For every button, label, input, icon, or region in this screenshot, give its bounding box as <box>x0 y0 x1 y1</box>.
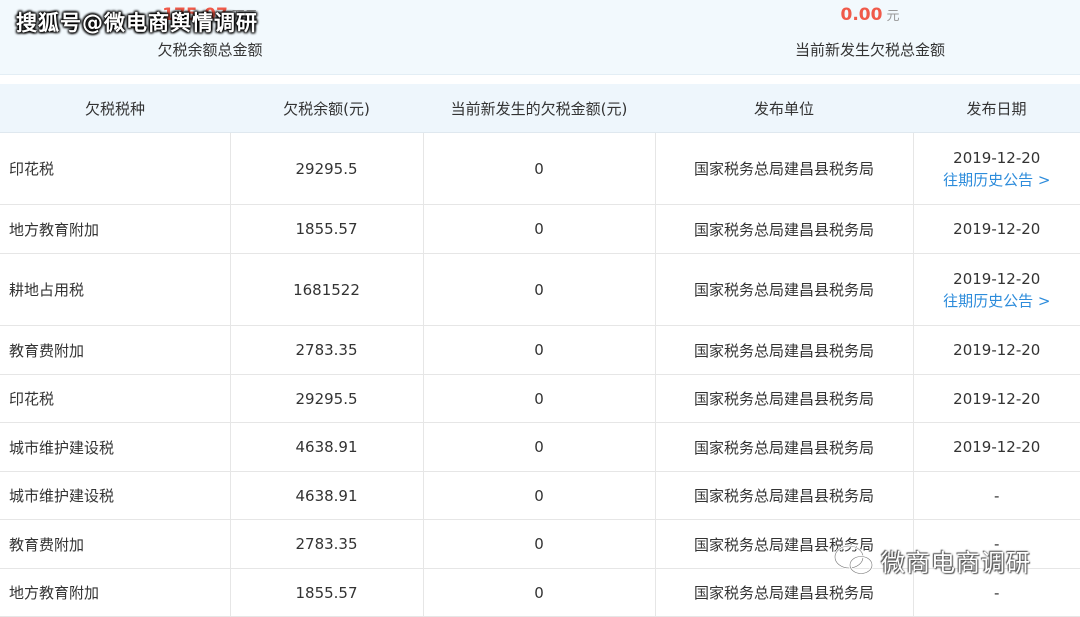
publish-date: - <box>914 582 1080 604</box>
publish-date: 2019-12-20 <box>914 147 1080 169</box>
publish-date: 2019-12-20 <box>914 218 1080 240</box>
cell-new-amount: 0 <box>423 254 655 326</box>
cell-publisher: 国家税务总局建昌县税务局 <box>655 133 913 205</box>
cell-tax-type: 地方教育附加 <box>0 569 230 617</box>
column-header-tax-type: 欠税税种 <box>0 84 230 133</box>
table-row: 城市维护建设税4638.910国家税务总局建昌县税务局2019-12-20 <box>0 423 1080 472</box>
cell-balance: 1681522 <box>230 254 423 326</box>
table-row: 城市维护建设税4638.910国家税务总局建昌县税务局- <box>0 472 1080 520</box>
new-arrears-summary: 0.00元 当前新发生欠税总金额 <box>730 0 1010 74</box>
cell-balance: 1855.57 <box>230 569 423 617</box>
watermark-text: 搜狐号@微电商舆情调研 <box>16 7 258 37</box>
table-row: 印花税29295.50国家税务总局建昌县税务局2019-12-20往期历史公告 … <box>0 133 1080 205</box>
history-announcement-link[interactable]: 往期历史公告 > <box>914 169 1080 191</box>
cell-publisher: 国家税务总局建昌县税务局 <box>655 205 913 254</box>
cell-balance: 2783.35 <box>230 520 423 569</box>
cell-publisher: 国家税务总局建昌县税务局 <box>655 375 913 423</box>
cell-date: 2019-12-20 <box>913 205 1080 254</box>
publish-date: - <box>914 485 1080 507</box>
publish-date: 2019-12-20 <box>914 436 1080 458</box>
cell-publisher: 国家税务总局建昌县税务局 <box>655 326 913 375</box>
publish-date: 2019-12-20 <box>914 339 1080 361</box>
table-row: 地方教育附加1855.570国家税务总局建昌县税务局2019-12-20 <box>0 205 1080 254</box>
publish-date: 2019-12-20 <box>914 268 1080 290</box>
table-row: 耕地占用税16815220国家税务总局建昌县税务局2019-12-20往期历史公… <box>0 254 1080 326</box>
cell-tax-type: 教育费附加 <box>0 326 230 375</box>
cell-date: - <box>913 472 1080 520</box>
publish-date: 2019-12-20 <box>914 388 1080 410</box>
cell-publisher: 国家税务总局建昌县税务局 <box>655 423 913 472</box>
cell-tax-type: 耕地占用税 <box>0 254 230 326</box>
cell-balance: 4638.91 <box>230 423 423 472</box>
cell-new-amount: 0 <box>423 472 655 520</box>
history-announcement-link[interactable]: 往期历史公告 > <box>914 290 1080 312</box>
watermark-logo: 微商电商调研 <box>833 540 1031 580</box>
column-header-new-amount: 当前新发生的欠税金额(元) <box>423 84 655 133</box>
column-header-publisher: 发布单位 <box>655 84 913 133</box>
cell-tax-type: 印花税 <box>0 375 230 423</box>
cell-date: 2019-12-20 <box>913 375 1080 423</box>
arrears-balance-label: 欠税余额总金额 <box>70 39 350 60</box>
cell-new-amount: 0 <box>423 520 655 569</box>
tax-arrears-table: 欠税税种 欠税余额(元) 当前新发生的欠税金额(元) 发布单位 发布日期 印花税… <box>0 84 1080 617</box>
cell-tax-type: 城市维护建设税 <box>0 423 230 472</box>
cell-balance: 4638.91 <box>230 472 423 520</box>
cell-tax-type: 教育费附加 <box>0 520 230 569</box>
cell-tax-type: 城市维护建设税 <box>0 472 230 520</box>
cell-new-amount: 0 <box>423 205 655 254</box>
cell-new-amount: 0 <box>423 375 655 423</box>
cell-tax-type: 地方教育附加 <box>0 205 230 254</box>
cell-new-amount: 0 <box>423 423 655 472</box>
wechat-icon <box>833 542 875 578</box>
watermark-bottom-text: 微商电商调研 <box>881 543 1031 578</box>
cell-new-amount: 0 <box>423 569 655 617</box>
tax-arrears-table-container: 欠税税种 欠税余额(元) 当前新发生的欠税金额(元) 发布单位 发布日期 印花税… <box>0 84 1080 617</box>
cell-date: 2019-12-20 <box>913 326 1080 375</box>
cell-new-amount: 0 <box>423 326 655 375</box>
cell-balance: 29295.5 <box>230 133 423 205</box>
cell-date: 2019-12-20往期历史公告 > <box>913 133 1080 205</box>
cell-date: 2019-12-20往期历史公告 > <box>913 254 1080 326</box>
new-arrears-unit: 元 <box>886 9 899 24</box>
cell-new-amount: 0 <box>423 133 655 205</box>
new-arrears-label: 当前新发生欠税总金额 <box>730 39 1010 60</box>
column-header-date: 发布日期 <box>913 84 1080 133</box>
cell-tax-type: 印花税 <box>0 133 230 205</box>
cell-balance: 2783.35 <box>230 326 423 375</box>
cell-date: 2019-12-20 <box>913 423 1080 472</box>
column-header-balance: 欠税余额(元) <box>230 84 423 133</box>
table-row: 教育费附加2783.350国家税务总局建昌县税务局2019-12-20 <box>0 326 1080 375</box>
table-row: 印花税29295.50国家税务总局建昌县税务局2019-12-20 <box>0 375 1080 423</box>
table-header-row: 欠税税种 欠税余额(元) 当前新发生的欠税金额(元) 发布单位 发布日期 <box>0 84 1080 133</box>
cell-publisher: 国家税务总局建昌县税务局 <box>655 254 913 326</box>
new-arrears-value: 0.00 <box>841 5 883 25</box>
cell-publisher: 国家税务总局建昌县税务局 <box>655 472 913 520</box>
cell-balance: 1855.57 <box>230 205 423 254</box>
new-arrears-amount: 0.00元 <box>730 5 1010 25</box>
cell-balance: 29295.5 <box>230 375 423 423</box>
